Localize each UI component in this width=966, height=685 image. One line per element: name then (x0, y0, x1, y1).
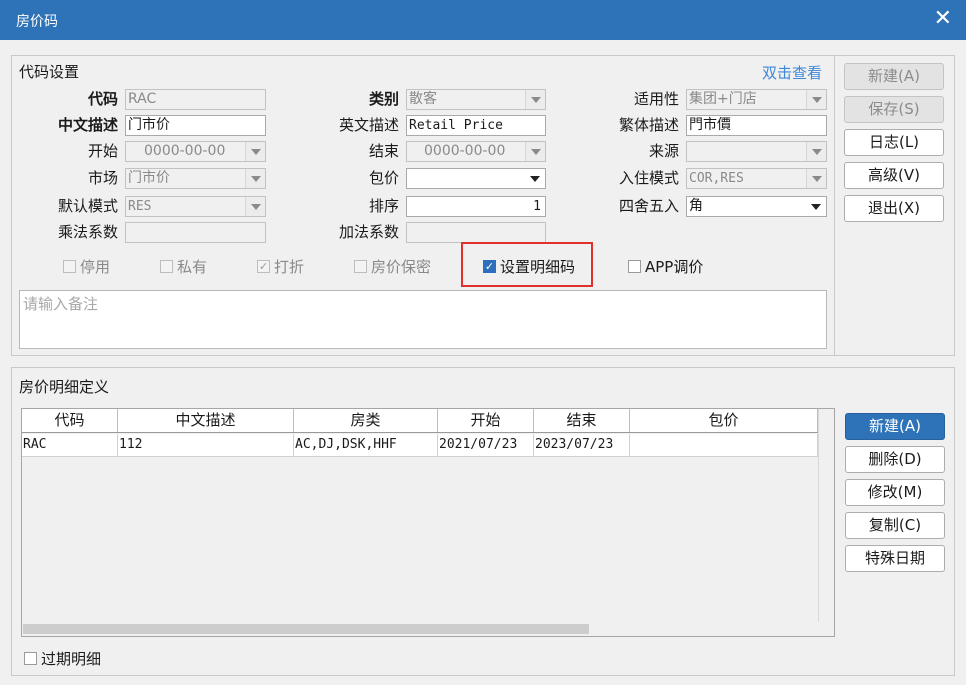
discount-checkbox[interactable]: ✓ 打折 (257, 256, 304, 277)
double-click-view-link[interactable]: 双击查看 (762, 62, 822, 83)
cell-code: RAC (22, 434, 118, 456)
market-select[interactable]: 门市价 (125, 168, 266, 189)
column-header-start[interactable]: 开始 (438, 409, 534, 432)
code-field[interactable]: RAC (125, 89, 266, 110)
column-header-package[interactable]: 包价 (630, 409, 818, 432)
cn-desc-label: 中文描述 (57, 116, 118, 134)
log-button[interactable]: 日志(L) (844, 129, 944, 156)
chevron-down-icon (806, 169, 826, 188)
expired-detail-checkbox[interactable]: 过期明细 (24, 648, 101, 669)
app-adjust-checkbox[interactable]: APP调价 (628, 256, 703, 277)
applicability-label: 适用性 (633, 90, 679, 108)
category-label: 类别 (368, 90, 399, 108)
start-date-field[interactable]: 0000-00-00 (125, 141, 266, 162)
start-label: 开始 (87, 142, 118, 160)
source-label: 来源 (648, 142, 679, 160)
chevron-down-icon (525, 142, 545, 161)
table-row[interactable]: RAC 112 AC,DJ,DSK,HHF 2021/07/23 2023/07… (22, 434, 818, 457)
chevron-down-icon (806, 142, 826, 161)
addend-label: 加法系数 (338, 223, 399, 241)
chevron-down-icon (525, 90, 545, 109)
detail-delete-button[interactable]: 删除(D) (845, 446, 945, 473)
chevron-down-icon (245, 197, 265, 216)
cell-cn-desc: 112 (118, 434, 294, 456)
checkmark-icon: ✓ (257, 260, 270, 273)
sort-label: 排序 (368, 197, 399, 215)
code-settings-title: 代码设置 (19, 63, 80, 81)
vertical-scrollbar[interactable] (818, 409, 834, 636)
multiplier-field[interactable] (125, 222, 266, 243)
advanced-button[interactable]: 高级(V) (844, 162, 944, 189)
column-header-end[interactable]: 结束 (534, 409, 630, 432)
disabled-checkbox[interactable]: 停用 (63, 256, 110, 277)
confidential-checkbox[interactable]: 房价保密 (354, 256, 431, 277)
detail-edit-button[interactable]: 修改(M) (845, 479, 945, 506)
addend-field[interactable] (406, 222, 546, 243)
remark-textarea[interactable]: 请输入备注 (19, 290, 827, 349)
close-icon[interactable]: ✕ (934, 6, 952, 32)
detail-table: 代码 中文描述 房类 开始 结束 包价 RAC 112 AC,DJ,DSK,HH… (21, 408, 835, 637)
cell-room-type: AC,DJ,DSK,HHF (294, 434, 438, 456)
column-header-cn-desc[interactable]: 中文描述 (118, 409, 294, 432)
en-desc-field[interactable]: Retail Price (406, 115, 546, 136)
en-desc-label: 英文描述 (338, 116, 399, 134)
chevron-down-icon (525, 169, 545, 188)
column-header-code[interactable]: 代码 (22, 409, 118, 432)
package-label: 包价 (368, 169, 399, 187)
chevron-down-icon (245, 169, 265, 188)
detail-code-checkbox[interactable]: ✓ 设置明细码 (483, 256, 575, 277)
save-button[interactable]: 保存(S) (844, 96, 944, 123)
category-select[interactable]: 散客 (406, 89, 546, 110)
market-label: 市场 (87, 169, 118, 187)
end-date-field[interactable]: 0000-00-00 (406, 141, 546, 162)
chevron-down-icon (245, 142, 265, 161)
exit-button[interactable]: 退出(X) (844, 195, 944, 222)
detail-copy-button[interactable]: 复制(C) (845, 512, 945, 539)
checkbox-icon (354, 260, 367, 273)
default-mode-label: 默认模式 (57, 197, 118, 215)
multiplier-label: 乘法系数 (57, 223, 118, 241)
code-label: 代码 (87, 90, 118, 108)
special-date-button[interactable]: 特殊日期 (845, 545, 945, 572)
new-button[interactable]: 新建(A) (844, 63, 944, 90)
default-mode-select[interactable]: RES (125, 196, 266, 217)
sort-field[interactable]: 1 (406, 196, 546, 217)
window-title: 房价码 (16, 14, 58, 30)
cn-desc-field[interactable]: 门市价 (125, 115, 266, 136)
horizontal-scrollbar[interactable] (22, 622, 834, 636)
detail-title: 房价明细定义 (19, 378, 110, 396)
detail-new-button[interactable]: 新建(A) (845, 413, 945, 440)
checkmark-icon: ✓ (483, 260, 496, 273)
checkbox-icon (160, 260, 173, 273)
checkbox-icon (24, 652, 37, 665)
rounding-label: 四舍五入 (618, 197, 679, 215)
package-select[interactable] (406, 168, 546, 189)
title-bar: 房价码 ✕ (0, 0, 966, 40)
cell-end: 2023/07/23 (534, 434, 630, 456)
checkin-mode-label: 入住模式 (618, 169, 679, 187)
checkbox-icon (63, 260, 76, 273)
column-header-room-type[interactable]: 房类 (294, 409, 438, 432)
end-label: 结束 (368, 142, 399, 160)
applicability-select[interactable]: 集团+门店 (686, 89, 827, 110)
chevron-down-icon (806, 90, 826, 109)
checkin-mode-select[interactable]: COR,RES (686, 168, 827, 189)
private-checkbox[interactable]: 私有 (160, 256, 207, 277)
table-header: 代码 中文描述 房类 开始 结束 包价 (22, 409, 818, 433)
cell-start: 2021/07/23 (438, 434, 534, 456)
tc-desc-field[interactable]: 門市價 (686, 115, 827, 136)
rounding-select[interactable]: 角 (686, 196, 827, 217)
checkbox-icon (628, 260, 641, 273)
source-select[interactable] (686, 141, 827, 162)
chevron-down-icon (806, 197, 826, 216)
tc-desc-label: 繁体描述 (618, 116, 679, 134)
cell-package (630, 434, 818, 456)
scrollbar-thumb[interactable] (23, 624, 589, 634)
